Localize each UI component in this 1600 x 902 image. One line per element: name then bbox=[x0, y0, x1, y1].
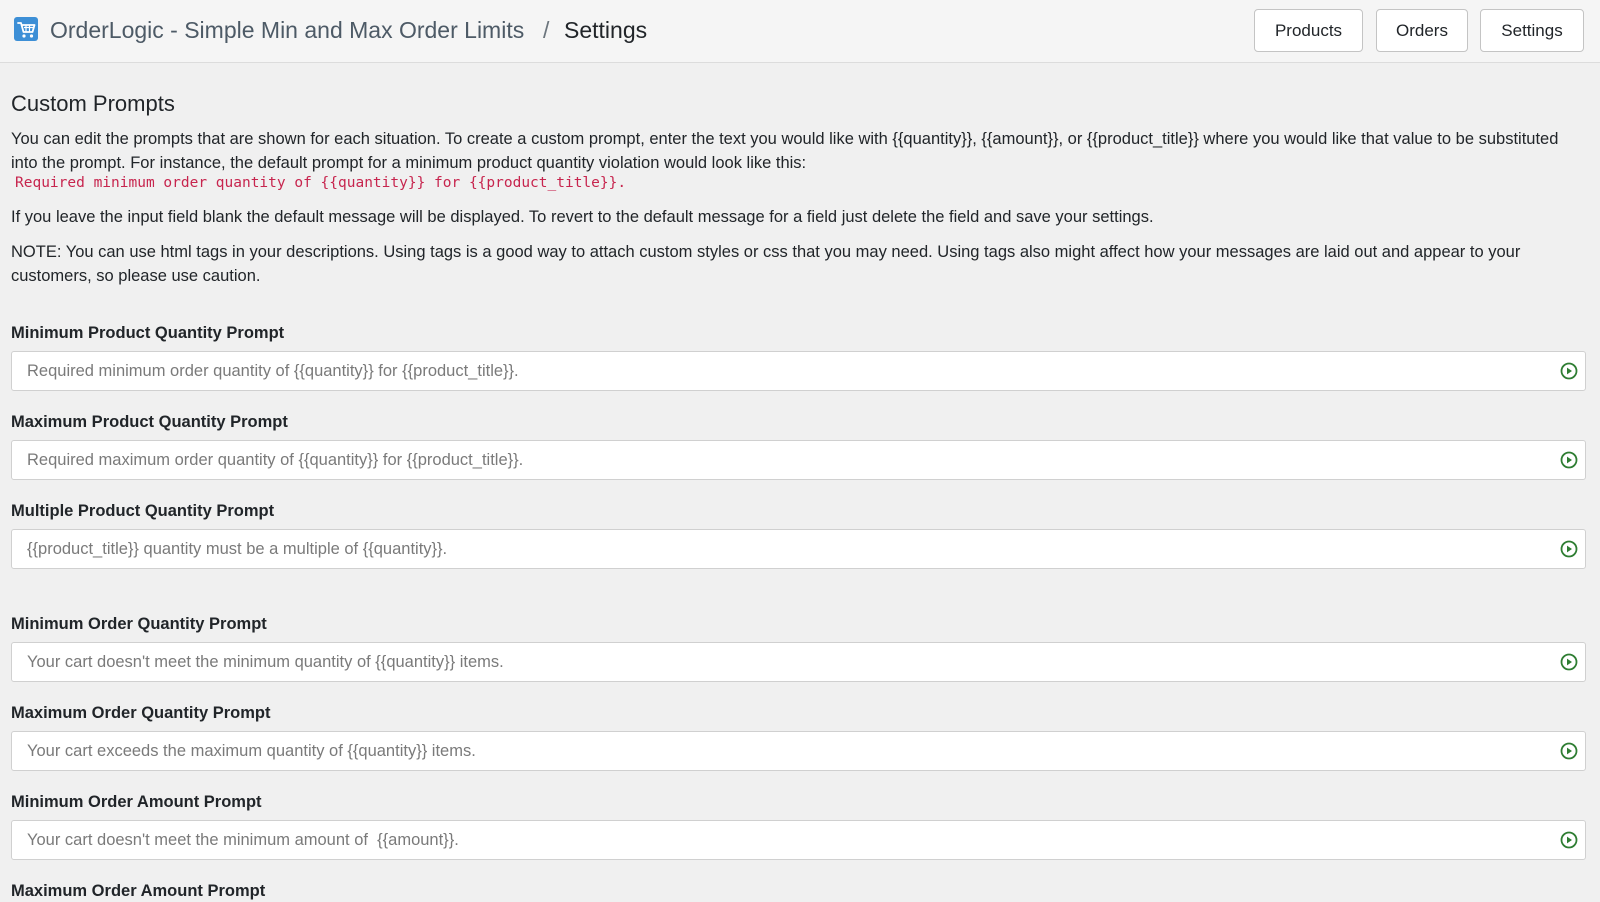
orders-button[interactable]: Orders bbox=[1376, 9, 1468, 52]
min-product-qty-input[interactable] bbox=[11, 351, 1586, 391]
products-button[interactable]: Products bbox=[1254, 9, 1363, 52]
intro-paragraph: You can edit the prompts that are shown … bbox=[11, 130, 1559, 172]
app-name[interactable]: OrderLogic - Simple Min and Max Order Li… bbox=[50, 16, 524, 44]
max-order-qty-input[interactable] bbox=[11, 731, 1586, 771]
shopping-cart-icon bbox=[14, 17, 38, 41]
page-title: Settings bbox=[564, 17, 648, 43]
play-circle-icon[interactable] bbox=[1560, 831, 1578, 849]
min-order-qty-label: Minimum Order Quantity Prompt bbox=[11, 615, 267, 633]
play-circle-icon[interactable] bbox=[1560, 653, 1578, 671]
play-circle-icon[interactable] bbox=[1560, 540, 1578, 558]
html-tags-note: NOTE: You can use html tags in your desc… bbox=[11, 243, 1521, 285]
max-order-qty-label: Maximum Order Quantity Prompt bbox=[11, 704, 271, 722]
settings-button[interactable]: Settings bbox=[1480, 9, 1584, 52]
min-order-amount-input[interactable] bbox=[11, 820, 1586, 860]
multiple-product-qty-input[interactable] bbox=[11, 529, 1586, 569]
top-bar: OrderLogic - Simple Min and Max Order Li… bbox=[0, 0, 1600, 63]
min-order-amount-label: Minimum Order Amount Prompt bbox=[11, 793, 262, 811]
breadcrumb-separator: / bbox=[543, 17, 550, 43]
multiple-product-qty-label: Multiple Product Quantity Prompt bbox=[11, 502, 275, 520]
min-product-qty-label: Minimum Product Quantity Prompt bbox=[11, 324, 285, 342]
play-circle-icon[interactable] bbox=[1560, 742, 1578, 760]
min-order-qty-input[interactable] bbox=[11, 642, 1586, 682]
play-circle-icon[interactable] bbox=[1560, 451, 1578, 469]
max-product-qty-label: Maximum Product Quantity Prompt bbox=[11, 413, 288, 431]
max-order-amount-label: Maximum Order Amount Prompt bbox=[11, 882, 266, 900]
play-circle-icon[interactable] bbox=[1560, 362, 1578, 380]
max-product-qty-input[interactable] bbox=[11, 440, 1586, 480]
example-prompt-code: Required minimum order quantity of {{qua… bbox=[15, 175, 627, 191]
blank-field-note: If you leave the input field blank the d… bbox=[11, 208, 1154, 226]
section-title: Custom Prompts bbox=[11, 91, 175, 116]
